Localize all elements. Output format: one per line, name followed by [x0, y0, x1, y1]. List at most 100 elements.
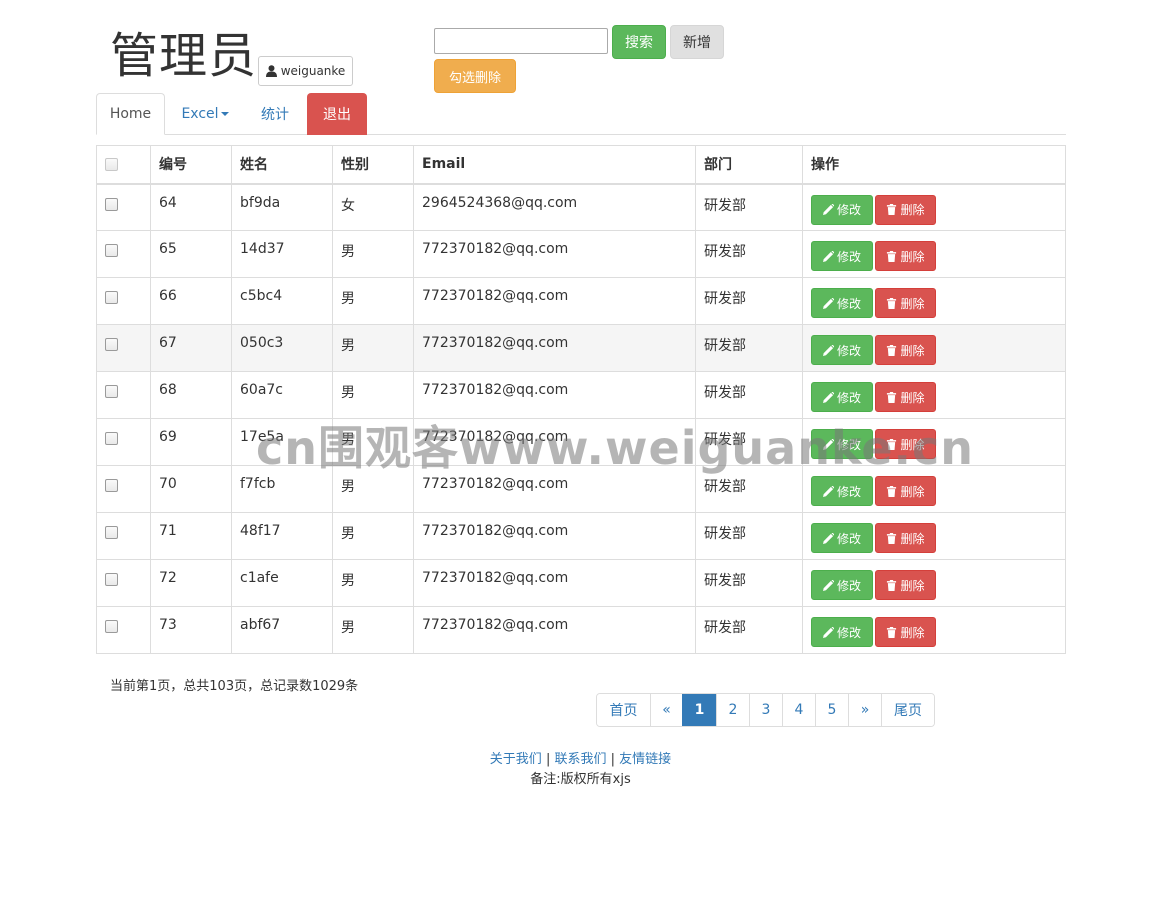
delete-button[interactable]: 删除 [875, 335, 936, 365]
cell-dept: 研发部 [695, 418, 803, 466]
edit-label: 修改 [836, 343, 861, 358]
user-button[interactable]: weiguanke [258, 56, 353, 86]
edit-button[interactable]: 修改 [811, 570, 873, 600]
cell-email: 772370182@qq.com [413, 277, 696, 325]
row-checkbox-cell [96, 183, 151, 231]
edit-button[interactable]: 修改 [811, 476, 873, 506]
pagination: 首页 «1 2 3 4 5» 尾页 [596, 693, 935, 727]
header-actions: 操作 [802, 145, 1066, 185]
cell-gender: 女 [332, 183, 414, 231]
pencil-icon [822, 485, 834, 497]
header-gender: 性别 [332, 145, 414, 185]
tab-stats[interactable]: 统计 [246, 93, 304, 135]
row-checkbox[interactable] [105, 291, 118, 304]
search-button[interactable]: 搜索 [612, 25, 666, 59]
trash-icon [886, 297, 897, 309]
edit-button[interactable]: 修改 [811, 429, 873, 459]
cell-name: bf9da [231, 183, 333, 231]
cell-id: 69 [150, 418, 232, 466]
row-checkbox-cell [96, 371, 151, 419]
logout-button[interactable]: 退出 [307, 93, 367, 135]
delete-label: 删除 [900, 296, 925, 311]
delete-button[interactable]: 删除 [875, 617, 936, 647]
row-checkbox[interactable] [105, 385, 118, 398]
page-item[interactable]: « [650, 694, 682, 726]
cell-name: 17e5a [231, 418, 333, 466]
row-checkbox[interactable] [105, 432, 118, 445]
table-row: 73 abf67 男 772370182@qq.com 研发部 修改 删除 [96, 606, 1066, 654]
delete-button[interactable]: 删除 [875, 476, 936, 506]
delete-button[interactable]: 删除 [875, 194, 936, 225]
delete-button[interactable]: 删除 [875, 429, 936, 459]
cell-gender: 男 [332, 606, 414, 654]
delete-label: 删除 [900, 437, 925, 452]
header-email: Email [413, 145, 696, 185]
delete-button[interactable]: 删除 [875, 241, 936, 271]
friend-links-link[interactable]: 友情链接 [619, 752, 671, 767]
header-checkbox-cell [96, 145, 151, 185]
edit-button[interactable]: 修改 [811, 523, 873, 553]
page-item[interactable]: 4 [782, 694, 815, 726]
cell-dept: 研发部 [695, 324, 803, 372]
row-checkbox[interactable] [105, 620, 118, 633]
caret-down-icon [220, 112, 229, 116]
cell-id: 64 [150, 183, 232, 231]
table-row: 65 14d37 男 772370182@qq.com 研发部 修改 删除 [96, 230, 1066, 278]
trash-icon [886, 579, 897, 591]
row-checkbox[interactable] [105, 197, 118, 211]
edit-label: 修改 [836, 390, 861, 405]
edit-button[interactable]: 修改 [811, 288, 873, 318]
cell-email: 772370182@qq.com [413, 324, 696, 372]
tab-home[interactable]: Home [96, 93, 165, 135]
edit-button[interactable]: 修改 [811, 241, 873, 271]
delete-button[interactable]: 删除 [875, 523, 936, 553]
edit-button[interactable]: 修改 [811, 617, 873, 647]
page-item[interactable]: 3 [749, 694, 782, 726]
table-row: 69 17e5a 男 772370182@qq.com 研发部 修改 删除 [96, 418, 1066, 466]
pencil-icon [822, 438, 834, 450]
username-label: weiguanke [280, 64, 346, 78]
page-item[interactable]: 5 [815, 694, 848, 726]
select-all-checkbox[interactable] [105, 157, 118, 171]
delete-button[interactable]: 删除 [875, 288, 936, 318]
row-checkbox[interactable] [105, 479, 118, 492]
edit-button[interactable]: 修改 [811, 194, 873, 225]
edit-button[interactable]: 修改 [811, 382, 873, 412]
footer-links: 关于我们 | 联系我们 | 友情链接 [0, 748, 1161, 767]
footer-note: 备注:版权所有xjs [530, 772, 631, 787]
cell-gender: 男 [332, 559, 414, 607]
cell-name: 60a7c [231, 371, 333, 419]
search-input[interactable] [434, 28, 608, 54]
row-checkbox-cell [96, 606, 151, 654]
page-item[interactable]: 1 [682, 694, 716, 726]
batch-delete-button[interactable]: 勾选删除 [434, 59, 516, 93]
tab-excel-dropdown[interactable]: Excel [170, 93, 240, 135]
row-checkbox[interactable] [105, 244, 118, 257]
logout-label: 退出 [323, 107, 351, 123]
page-item[interactable]: 尾页 [881, 694, 934, 726]
row-checkbox[interactable] [105, 526, 118, 539]
tab-home-label: Home [109, 106, 152, 122]
pencil-icon [822, 250, 834, 262]
row-checkbox-cell [96, 277, 151, 325]
edit-label: 修改 [836, 484, 861, 499]
row-checkbox-cell [96, 418, 151, 466]
about-link[interactable]: 关于我们 [490, 752, 542, 767]
delete-button[interactable]: 删除 [875, 570, 936, 600]
cell-gender: 男 [332, 230, 414, 278]
table-header-row: 编号 姓名 性别 Email 部门 操作 [96, 145, 1066, 185]
cell-email: 772370182@qq.com [413, 465, 696, 513]
row-checkbox[interactable] [105, 338, 118, 351]
cell-dept: 研发部 [695, 606, 803, 654]
contact-link[interactable]: 联系我们 [554, 752, 606, 767]
row-checkbox-cell [96, 324, 151, 372]
page-item[interactable]: 首页 [597, 694, 650, 726]
page-item[interactable]: » [848, 694, 881, 726]
delete-button[interactable]: 删除 [875, 382, 936, 412]
edit-button[interactable]: 修改 [811, 335, 873, 365]
nav-tabs: Home Excel 统计 退出 [96, 93, 1066, 135]
page-item[interactable]: 2 [716, 694, 749, 726]
row-checkbox[interactable] [105, 573, 118, 586]
cell-gender: 男 [332, 465, 414, 513]
add-button[interactable]: 新增 [670, 25, 724, 59]
